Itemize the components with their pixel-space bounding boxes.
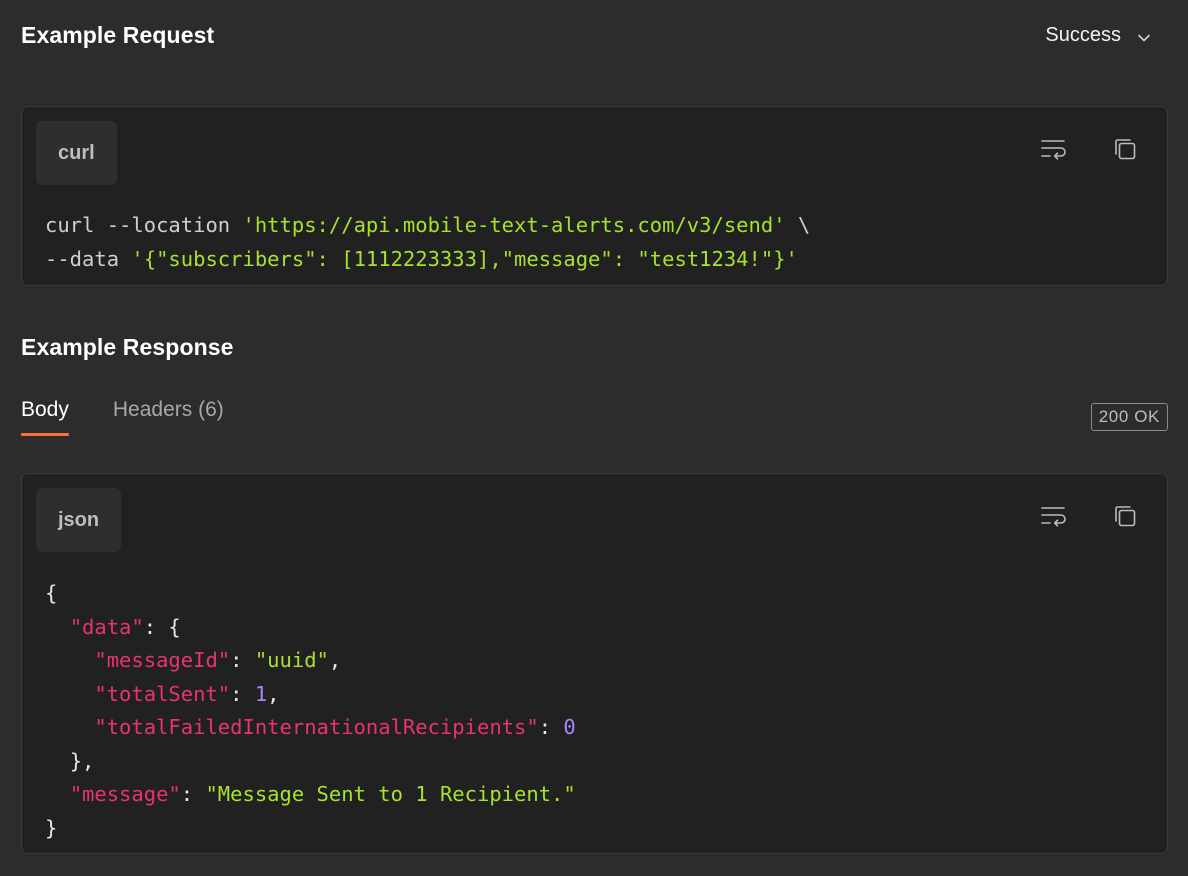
request-language-badge[interactable]: curl [36,121,117,185]
copy-icon[interactable] [1111,502,1139,530]
wrap-lines-icon[interactable] [1039,135,1067,163]
code-line: { [45,581,57,605]
response-code-block[interactable]: { "data": { "messageId": "uuid", "totalS… [45,577,576,845]
code-token: 1 [254,681,268,706]
request-header: Example Request Success [21,18,1168,52]
code-line: "messageId": "uuid", [45,648,341,672]
response-code-panel: json { "data": { "messageId": "uuid", "t… [21,473,1168,854]
code-line: curl --location 'https://api.mobile-text… [45,213,810,237]
code-token: : [538,715,564,739]
code-token: "message" [69,782,181,806]
code-token: "totalSent" [94,681,231,706]
code-token: '{"subscribers": [1112223333],"message":… [131,246,798,271]
code-token: \ [785,213,811,237]
code-token: : [230,648,255,672]
code-line: "totalFailedInternationalRecipients": 0 [45,715,576,739]
chevron-down-icon [1137,28,1151,42]
status-badge: 200 OK [1090,403,1168,431]
response-language-badge[interactable]: json [36,488,122,552]
code-token: { [45,581,58,605]
tab-body[interactable]: Body [21,398,69,436]
request-title: Example Request [21,21,215,48]
code-token: --data [45,246,132,271]
copy-icon[interactable] [1111,135,1139,163]
code-line: }, [45,748,95,773]
code-line: "data": { [45,615,181,639]
request-code-panel: curl curl --location 'https://api.mobile… [21,106,1168,286]
request-panel-tools [1039,135,1139,163]
code-token: "totalFailedInternationalRecipients" [94,715,539,739]
code-token: "uuid" [254,648,329,672]
code-token: , [267,681,280,706]
example-selector[interactable]: Success [1045,24,1151,47]
code-token: "Message Sent to 1 Recipient." [205,782,576,806]
code-line: "totalSent": 1, [45,681,280,706]
request-code-block[interactable]: curl --location 'https://api.mobile-text… [45,209,810,276]
response-title: Example Response [21,334,234,360]
code-token: 'https://api.mobile-text-alerts.com/v3/s… [242,213,786,237]
code-token: }, [69,748,95,773]
code-token: } [45,815,58,840]
code-token: : [230,681,255,706]
code-token: : { [143,614,181,639]
response-panel-tools [1039,502,1139,530]
code-token: , [328,648,342,672]
code-line: } [45,816,57,840]
example-selector-label: Success [1045,23,1121,46]
code-token: "messageId" [94,648,231,672]
code-token: curl --location [45,213,243,237]
code-line: "message": "Message Sent to 1 Recipient.… [45,782,576,806]
code-token: 0 [563,715,576,739]
code-token: : [180,782,206,806]
code-token: "data" [69,614,144,639]
api-example-page: Example Request Success curl curl --loca… [0,0,1188,876]
wrap-lines-icon[interactable] [1039,502,1067,530]
code-line: --data '{"subscribers": [1112223333],"me… [45,247,798,271]
tab-headers[interactable]: Headers (6) [113,398,224,436]
response-tabs: Body Headers (6) [21,398,224,436]
